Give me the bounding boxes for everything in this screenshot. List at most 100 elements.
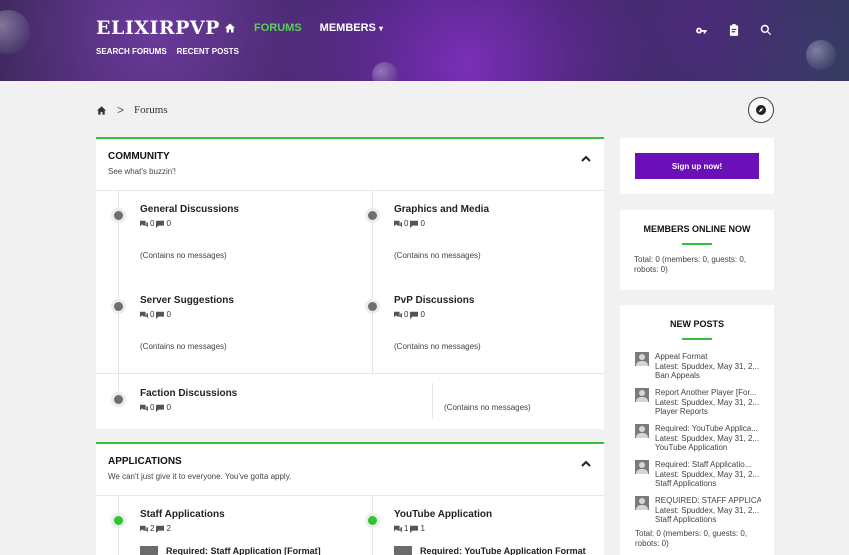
new-post-item[interactable]: Required: YouTube Applica... Latest: Spu… xyxy=(635,424,765,454)
threads-icon xyxy=(140,404,148,411)
nav-tab-forums[interactable]: FORUMS xyxy=(254,22,302,34)
messages-icon xyxy=(410,311,419,319)
messages-icon xyxy=(410,525,419,533)
search-forums-link[interactable]: SEARCH FORUMS xyxy=(96,47,167,56)
post-latest: Latest: Spuddex, May 31, 2... xyxy=(655,397,760,407)
post-forum[interactable]: Staff Applications xyxy=(655,479,761,489)
latest-thread-title[interactable]: Required: Staff Application [Format] xyxy=(166,546,321,555)
forum-node[interactable]: General Discussions 0 0 (Contains no mes… xyxy=(96,191,350,282)
user-avatar-icon[interactable] xyxy=(635,496,649,510)
post-latest: Latest: Spuddex, May 31, 2... xyxy=(655,433,760,443)
forum-title[interactable]: Server Suggestions xyxy=(140,295,234,306)
forum-title[interactable]: Graphics and Media xyxy=(394,204,489,215)
online-stats-footer: Total: 0 (members: 0, guests: 0, robots:… xyxy=(635,529,748,548)
clipboard-icon[interactable] xyxy=(727,22,741,36)
threads-icon xyxy=(394,311,402,318)
forum-title[interactable]: YouTube Application xyxy=(394,509,492,520)
messages-icon xyxy=(156,311,165,319)
forum-node[interactable]: PvP Discussions 0 0 (Contains no message… xyxy=(350,282,604,373)
new-posts-title: NEW POSTS xyxy=(669,319,724,329)
latest-thread[interactable]: Required: Staff Application [Format] xyxy=(140,546,321,555)
decorative-bubble xyxy=(806,40,836,70)
category-applications: APPLICATIONS We can't just give it to ev… xyxy=(96,442,604,555)
post-latest: Latest: Spuddex, May 31, 2... xyxy=(655,505,760,515)
user-avatar-icon[interactable] xyxy=(635,424,649,438)
post-title[interactable]: Required: Staff Applicatio... xyxy=(655,460,761,470)
user-avatar-icon[interactable] xyxy=(635,460,649,474)
header-actions xyxy=(695,22,773,36)
latest-thread-title[interactable]: Required: YouTube Application Format xyxy=(420,546,586,555)
forum-grid: Staff Applications 2 2 Required: Staff A… xyxy=(96,496,604,555)
forum-stats: 0 0 xyxy=(140,403,171,412)
post-title[interactable]: Appeal Format xyxy=(655,352,761,362)
site-logo[interactable]: ELIXIRPVP xyxy=(96,17,220,39)
site-header: ELIXIRPVP FORUMS MEMBERS ▾ SEARCH FORUMS… xyxy=(0,0,849,81)
new-post-item[interactable]: Report Another Player [For... Latest: Sp… xyxy=(635,388,765,418)
message-count: 0 xyxy=(420,219,425,228)
latest-thread[interactable]: Required: YouTube Application Format xyxy=(394,546,586,555)
signup-panel: Sign up now! xyxy=(620,138,774,194)
messages-icon xyxy=(156,220,165,228)
forum-last-post: (Contains no messages) xyxy=(394,342,481,351)
key-icon[interactable] xyxy=(695,22,709,36)
forum-node[interactable]: Server Suggestions 0 0 (Contains no mess… xyxy=(96,282,350,373)
user-avatar-icon[interactable] xyxy=(635,352,649,366)
post-forum[interactable]: Ban Appeals xyxy=(655,371,761,381)
post-title[interactable]: REQUIRED: STAFF APPLICAT... xyxy=(655,496,761,506)
thread-count: 2 xyxy=(150,524,155,533)
forum-last-post: (Contains no messages) xyxy=(140,342,227,351)
category-title[interactable]: APPLICATIONS xyxy=(108,456,592,467)
messages-icon xyxy=(156,525,165,533)
threads-icon xyxy=(140,220,148,227)
decorative-bubble xyxy=(372,62,398,81)
read-status-dot xyxy=(114,211,123,220)
post-title[interactable]: Required: YouTube Applica... xyxy=(655,424,761,434)
members-online-panel: MEMBERS ONLINE NOW Total: 0 (members: 0,… xyxy=(620,210,774,290)
forum-node[interactable]: YouTube Application 1 1 Required: YouTub… xyxy=(350,496,604,555)
forum-node[interactable]: Graphics and Media 0 0 (Contains no mess… xyxy=(350,191,604,282)
post-forum[interactable]: Staff Applications xyxy=(655,515,761,525)
forum-title[interactable]: PvP Discussions xyxy=(394,295,474,306)
chevron-down-icon: ▾ xyxy=(378,24,383,33)
thread-count: 0 xyxy=(150,403,155,412)
forum-node[interactable]: Faction Discussions 0 0 (Contains no mes… xyxy=(96,373,604,429)
read-status-dot xyxy=(368,302,377,311)
forum-last-post: (Contains no messages) xyxy=(444,403,531,412)
home-icon[interactable] xyxy=(96,105,107,116)
nav-tab-members[interactable]: MEMBERS ▾ xyxy=(320,22,383,34)
compass-icon[interactable] xyxy=(748,97,774,123)
title-underline xyxy=(682,243,712,245)
new-post-item[interactable]: Required: Staff Applicatio... Latest: Sp… xyxy=(635,460,765,490)
forum-title[interactable]: Staff Applications xyxy=(140,509,225,520)
user-avatar-icon[interactable] xyxy=(635,388,649,402)
threads-icon xyxy=(394,220,402,227)
forum-title[interactable]: General Discussions xyxy=(140,204,239,215)
recent-posts-link[interactable]: RECENT POSTS xyxy=(177,47,239,56)
message-count: 0 xyxy=(166,219,171,228)
thread-count: 1 xyxy=(404,524,409,533)
post-forum[interactable]: Player Reports xyxy=(655,407,761,417)
forum-stats: 0 0 xyxy=(394,219,425,228)
breadcrumb: > Forums xyxy=(96,103,168,117)
breadcrumb-current[interactable]: Forums xyxy=(134,104,168,116)
collapse-icon[interactable] xyxy=(580,455,592,467)
forum-last-post: (Contains no messages) xyxy=(140,251,227,260)
forum-title[interactable]: Faction Discussions xyxy=(140,388,237,399)
post-title[interactable]: Report Another Player [For... xyxy=(655,388,761,398)
main-nav: FORUMS MEMBERS ▾ xyxy=(224,22,383,34)
new-post-item[interactable]: REQUIRED: STAFF APPLICAT... Latest: Spud… xyxy=(635,496,765,526)
new-post-item[interactable]: Appeal Format Latest: Spuddex, May 31, 2… xyxy=(635,352,765,382)
collapse-icon[interactable] xyxy=(580,150,592,162)
home-icon[interactable] xyxy=(224,22,236,34)
thread-thumbnail xyxy=(394,546,412,555)
search-icon[interactable] xyxy=(759,22,773,36)
signup-button[interactable]: Sign up now! xyxy=(635,153,759,179)
category-title[interactable]: COMMUNITY xyxy=(108,151,592,162)
read-status-dot xyxy=(114,395,123,404)
category-header: APPLICATIONS We can't just give it to ev… xyxy=(96,444,604,496)
thread-count: 0 xyxy=(150,310,155,319)
read-status-dot xyxy=(114,302,123,311)
post-forum[interactable]: YouTube Application xyxy=(655,443,761,453)
category-community: COMMUNITY See what's buzzin'! General Di… xyxy=(96,137,604,429)
forum-node[interactable]: Staff Applications 2 2 Required: Staff A… xyxy=(96,496,350,555)
